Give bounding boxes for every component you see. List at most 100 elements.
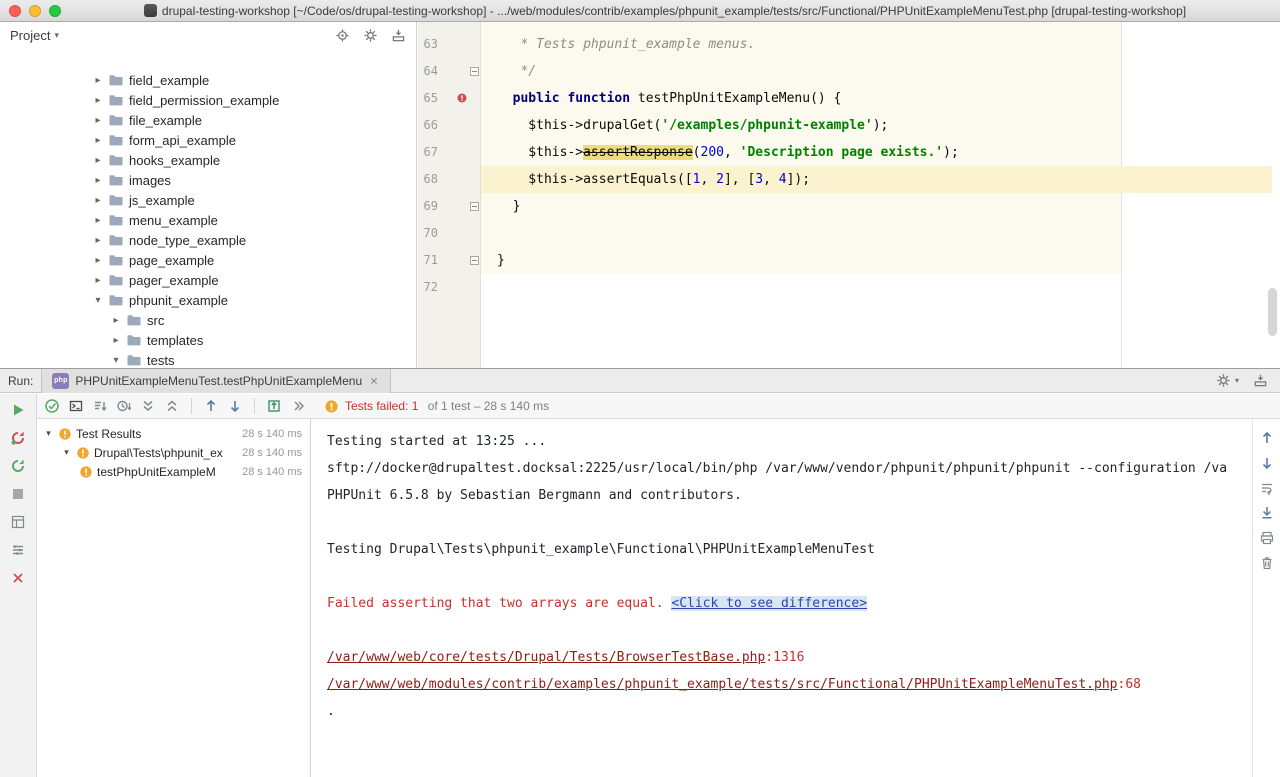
clear-all-icon[interactable]: [1259, 555, 1275, 571]
console-text: Failed asserting that two arrays are equ…: [327, 596, 671, 611]
editor-scrollbar-thumb[interactable]: [1268, 288, 1277, 336]
next-failed-test-icon[interactable]: [227, 398, 243, 414]
rerun-tests-icon[interactable]: [10, 402, 26, 418]
previous-failed-test-icon[interactable]: [203, 398, 219, 414]
folder-icon: [108, 112, 124, 128]
chevron-down-icon[interactable]: ▾: [43, 428, 54, 439]
stack-trace-link[interactable]: /var/www/web/core/tests/Drupal/Tests/Bro…: [327, 650, 765, 665]
toggle-auto-test-icon[interactable]: [10, 458, 26, 474]
code-line-63[interactable]: * Tests phpunit_example menus.: [481, 31, 1280, 58]
chevron-right-icon[interactable]: ▸: [93, 175, 103, 186]
down-stack-trace-icon[interactable]: [1259, 455, 1275, 471]
stop-icon[interactable]: [10, 486, 26, 502]
scroll-from-source-icon[interactable]: [335, 28, 350, 43]
settings-gear-icon[interactable]: [1216, 373, 1231, 388]
test-history-icon[interactable]: [10, 542, 26, 558]
stack-trace-link[interactable]: /var/www/web/modules/contrib/examples/ph…: [327, 677, 1118, 692]
test-tree-item[interactable]: ▾Test Results28 s 140 ms: [37, 424, 310, 443]
line-number: 69: [418, 193, 438, 220]
run-panel-toolbar: Tests failed: 1 of 1 test – 28 s 140 ms: [37, 394, 1280, 419]
chevron-down-icon[interactable]: ▾: [54, 30, 59, 41]
code-line-70[interactable]: [481, 220, 1280, 247]
more-icon[interactable]: [290, 398, 306, 414]
test-failed-icon[interactable]: [456, 92, 468, 104]
chevron-down-icon[interactable]: ▾: [93, 295, 103, 306]
fold-marker-icon[interactable]: [470, 67, 479, 76]
run-panel-tabbar: Run: php PHPUnitExampleMenuTest.testPhpU…: [0, 368, 1280, 393]
folder-icon: [108, 132, 124, 148]
sort-by-duration-icon[interactable]: [116, 398, 132, 414]
folder-icon: [126, 332, 142, 348]
project-tree-item-form_api_example[interactable]: ▸form_api_example: [0, 130, 416, 150]
chevron-down-icon[interactable]: ▾: [111, 355, 121, 366]
run-tab[interactable]: php PHPUnitExampleMenuTest.testPhpUnitEx…: [41, 369, 391, 393]
project-tree-item-js_example[interactable]: ▸js_example: [0, 190, 416, 210]
chevron-right-icon[interactable]: ▸: [93, 215, 103, 226]
project-tree-item-node_type_example[interactable]: ▸node_type_example: [0, 230, 416, 250]
chevron-right-icon[interactable]: ▸: [93, 195, 103, 206]
code-line-65[interactable]: public function testPhpUnitExampleMenu()…: [481, 85, 1280, 112]
project-tree-item-hooks_example[interactable]: ▸hooks_example: [0, 150, 416, 170]
project-tree-item-field_permission_example[interactable]: ▸field_permission_example: [0, 90, 416, 110]
chevron-right-icon[interactable]: ▸: [93, 275, 103, 286]
chevron-right-icon[interactable]: ▸: [93, 95, 103, 106]
scroll-to-end-icon[interactable]: [1259, 505, 1275, 521]
close-icon[interactable]: [10, 570, 26, 586]
restore-layout-icon[interactable]: [10, 514, 26, 530]
chevron-right-icon[interactable]: ▸: [93, 115, 103, 126]
project-tree-item-menu_example[interactable]: ▸menu_example: [0, 210, 416, 230]
rerun-failed-tests-icon[interactable]: [10, 430, 26, 446]
project-tree-item-templates[interactable]: ▸templates: [0, 330, 416, 350]
soft-wrap-icon[interactable]: [1259, 480, 1275, 496]
folder-icon: [126, 352, 142, 368]
line-number: 65: [418, 85, 438, 112]
warning-icon: [58, 427, 72, 441]
chevron-right-icon[interactable]: ▸: [93, 155, 103, 166]
project-tree-item-field_example[interactable]: ▸field_example: [0, 70, 416, 90]
show-passed-icon[interactable]: [44, 398, 60, 414]
project-tree-item-src[interactable]: ▸src: [0, 310, 416, 330]
up-stack-trace-icon[interactable]: [1259, 430, 1275, 446]
sort-alphabetically-icon[interactable]: [92, 398, 108, 414]
fold-marker-icon[interactable]: [470, 202, 479, 211]
expand-all-icon[interactable]: [140, 398, 156, 414]
project-tree-item-phpunit_example[interactable]: ▾phpunit_example: [0, 290, 416, 310]
settings-gear-icon[interactable]: [363, 28, 378, 43]
see-difference-link[interactable]: <Click to see difference>: [671, 596, 867, 611]
chevron-right-icon[interactable]: ▸: [111, 315, 121, 326]
minimize-window-button[interactable]: [29, 5, 41, 17]
folder-icon: [108, 192, 124, 208]
chevron-right-icon[interactable]: ▸: [93, 75, 103, 86]
close-window-button[interactable]: [9, 5, 21, 17]
project-tree-item-file_example[interactable]: ▸file_example: [0, 110, 416, 130]
project-tree-item-tests[interactable]: ▾tests: [0, 350, 416, 368]
code-line-69[interactable]: }: [481, 193, 1280, 220]
hide-panel-icon[interactable]: [1253, 373, 1268, 388]
line-number: 64: [418, 58, 438, 85]
code-line-67[interactable]: $this->assertResponse(200, 'Description …: [481, 139, 1280, 166]
project-tree-item-pager_example[interactable]: ▸pager_example: [0, 270, 416, 290]
test-tree-item[interactable]: ▾Drupal\Tests\phpunit_ex28 s 140 ms: [37, 443, 310, 462]
project-tree-item-page_example[interactable]: ▸page_example: [0, 250, 416, 270]
code-line-66[interactable]: $this->drupalGet('/examples/phpunit-exam…: [481, 112, 1280, 139]
project-panel-title[interactable]: Project: [10, 28, 50, 43]
chevron-right-icon[interactable]: ▸: [111, 335, 121, 346]
show-console-output-icon[interactable]: [68, 398, 84, 414]
project-tree-item-images[interactable]: ▸images: [0, 170, 416, 190]
chevron-right-icon[interactable]: ▸: [93, 235, 103, 246]
chevron-right-icon[interactable]: ▸: [93, 255, 103, 266]
chevron-down-icon[interactable]: ▾: [61, 447, 72, 458]
code-line-71[interactable]: }: [481, 247, 1280, 274]
export-test-results-icon[interactable]: [266, 398, 282, 414]
close-tab-icon[interactable]: [368, 375, 380, 387]
test-tree-item[interactable]: testPhpUnitExampleM28 s 140 ms: [37, 462, 310, 481]
chevron-right-icon[interactable]: ▸: [93, 135, 103, 146]
hide-panel-icon[interactable]: [391, 28, 406, 43]
code-line-68[interactable]: $this->assertEquals([1, 2], [3, 4]);: [481, 166, 1280, 193]
code-line-72[interactable]: [481, 274, 1280, 301]
fold-marker-icon[interactable]: [470, 256, 479, 265]
collapse-all-icon[interactable]: [164, 398, 180, 414]
code-line-64[interactable]: */: [481, 58, 1280, 85]
print-icon[interactable]: [1259, 530, 1275, 546]
code-editor[interactable]: 63646566676869707172 * Tests phpunit_exa…: [418, 22, 1280, 368]
